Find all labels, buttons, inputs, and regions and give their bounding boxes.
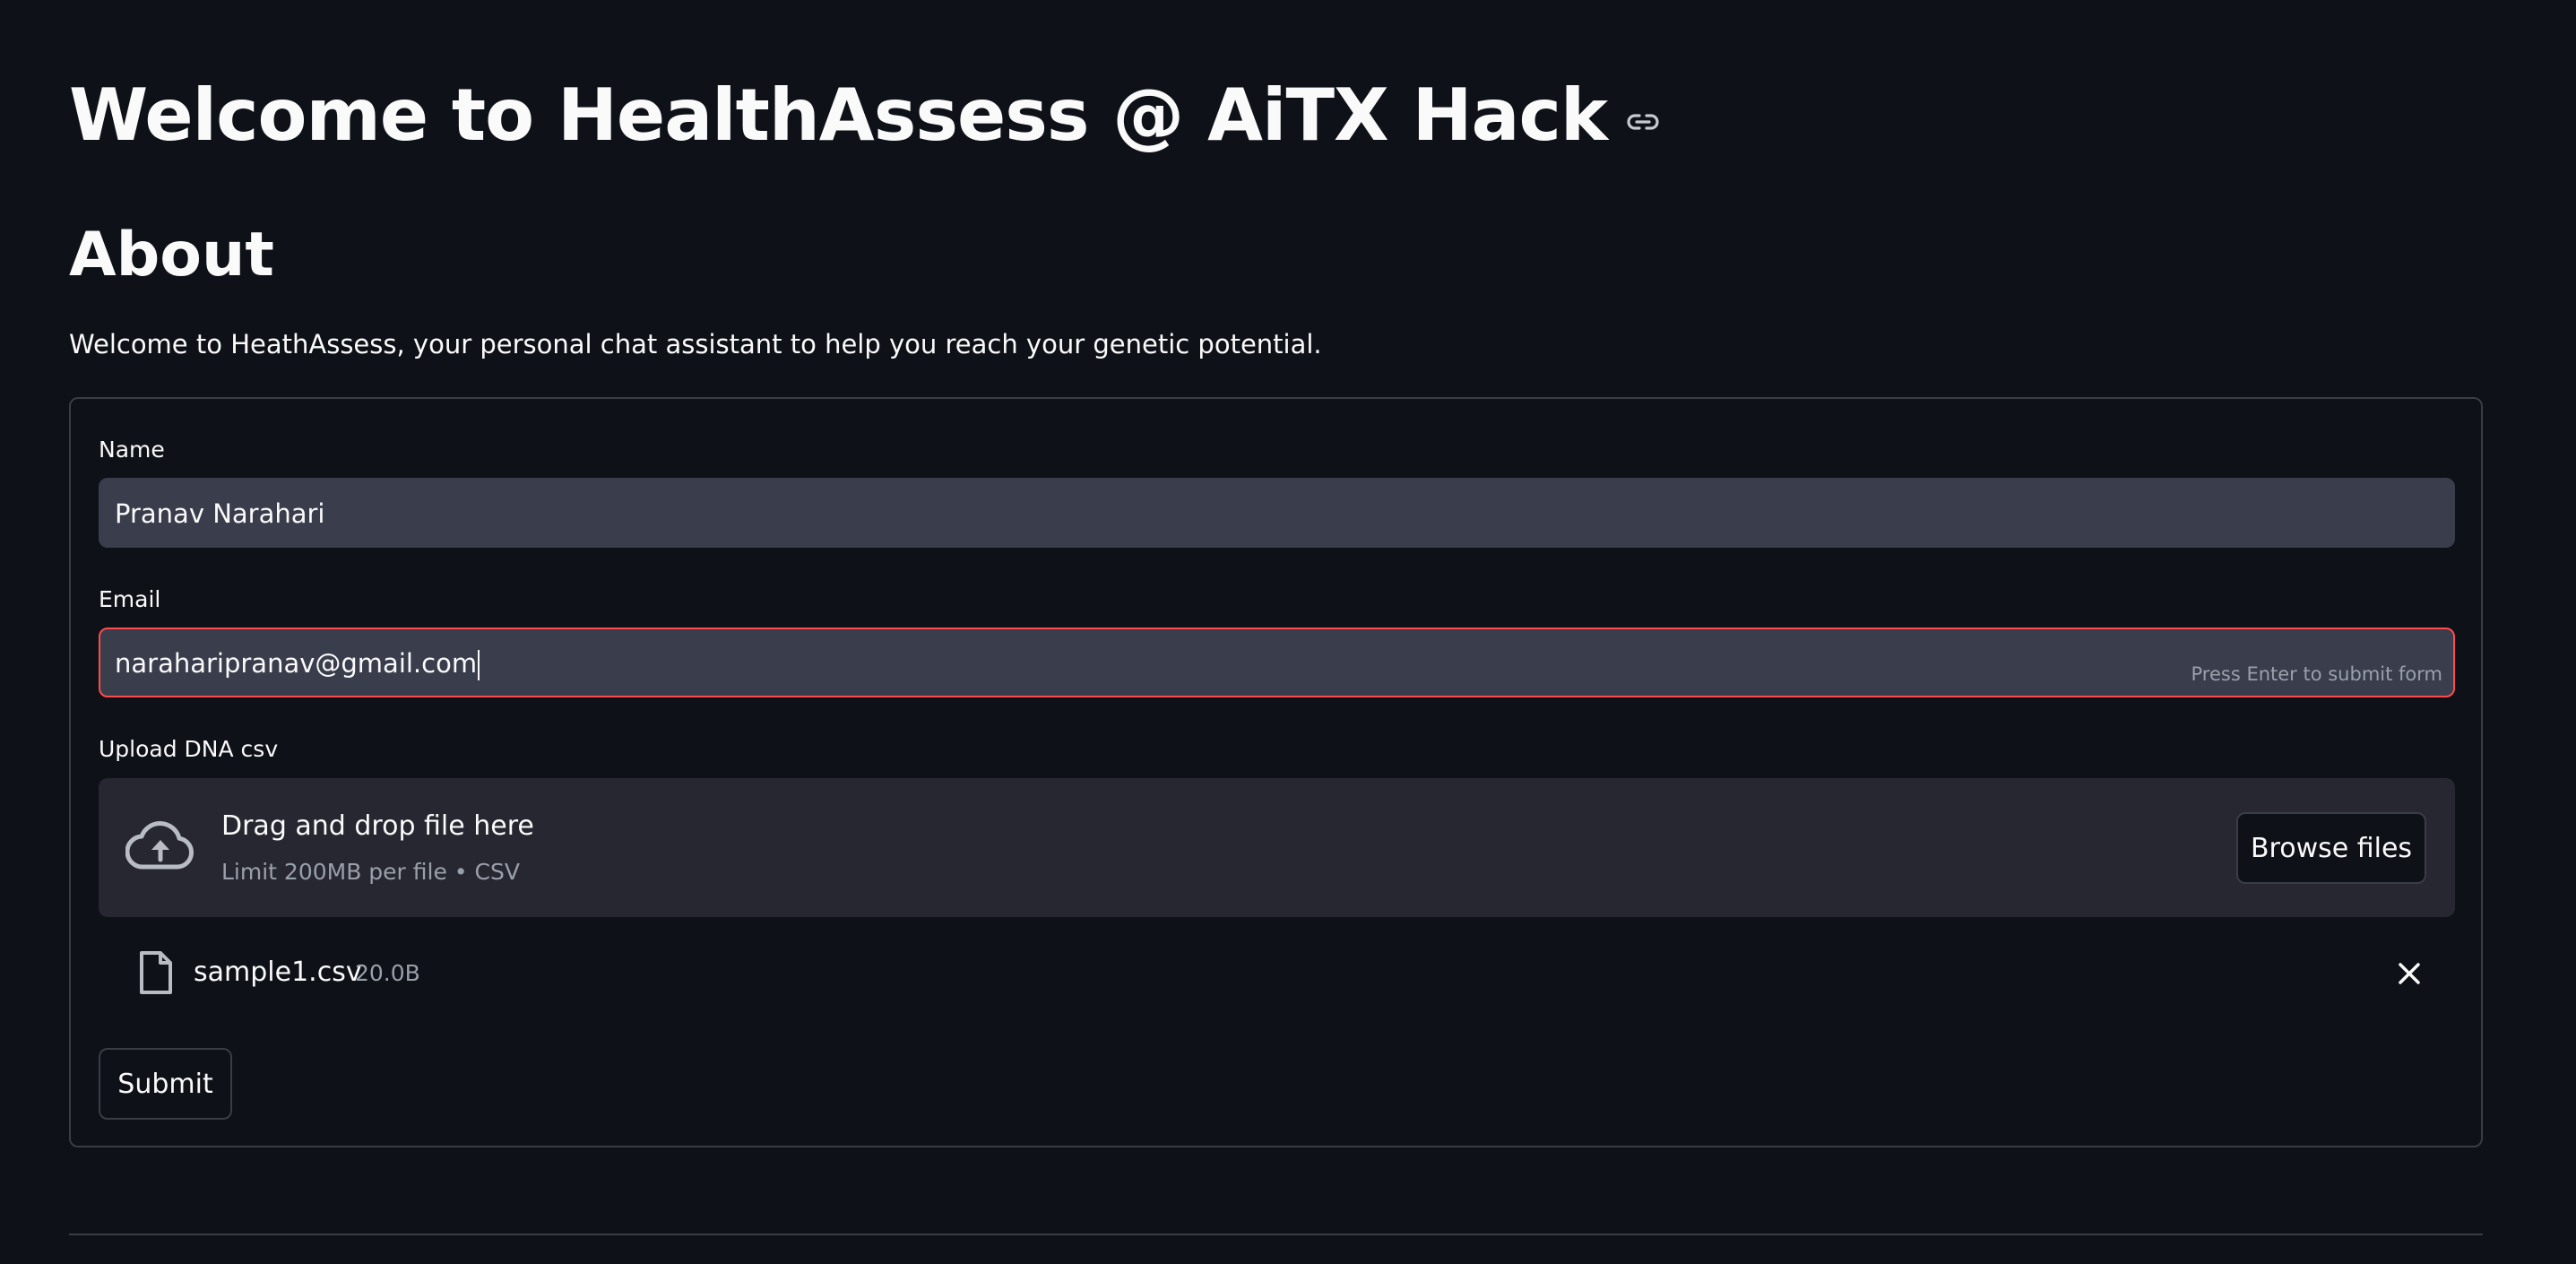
text-caret <box>478 650 480 680</box>
browse-files-button[interactable]: Browse files <box>2236 812 2426 884</box>
about-heading: About <box>69 220 274 290</box>
dropzone-subtitle: Limit 200MB per file • CSV <box>221 859 520 885</box>
email-label: Email <box>99 586 161 612</box>
uploaded-file-item: sample1.csv 20.0B <box>99 942 2455 1005</box>
name-input[interactable]: Pranav Narahari <box>99 478 2455 548</box>
user-form: Name Pranav Narahari Email narahariprana… <box>69 397 2483 1147</box>
dropzone-title: Drag and drop file here <box>221 810 534 842</box>
uploaded-file-size: 20.0B <box>355 960 420 986</box>
divider <box>69 1234 2483 1235</box>
email-input[interactable]: naraharipranav@gmail.com Press Enter to … <box>99 628 2455 697</box>
name-label: Name <box>99 437 165 463</box>
name-input-value: Pranav Narahari <box>115 498 325 529</box>
link-icon[interactable] <box>1625 104 1661 140</box>
submit-hint: Press Enter to submit form <box>2191 663 2443 685</box>
page-title: Welcome to HealthAssess @ AiTX Hack <box>69 74 1608 157</box>
file-icon <box>138 949 174 996</box>
title-row: Welcome to HealthAssess @ AiTX Hack <box>69 63 1661 169</box>
uploaded-file-name: sample1.csv <box>194 957 362 988</box>
close-icon[interactable] <box>2396 960 2423 987</box>
about-description: Welcome to HeathAssess, your personal ch… <box>69 329 1322 359</box>
email-input-value: naraharipranav@gmail.com <box>115 648 478 679</box>
upload-label: Upload DNA csv <box>99 736 279 762</box>
cloud-upload-icon <box>125 820 195 874</box>
submit-button[interactable]: Submit <box>99 1048 232 1120</box>
file-dropzone[interactable]: Drag and drop file here Limit 200MB per … <box>99 778 2455 917</box>
